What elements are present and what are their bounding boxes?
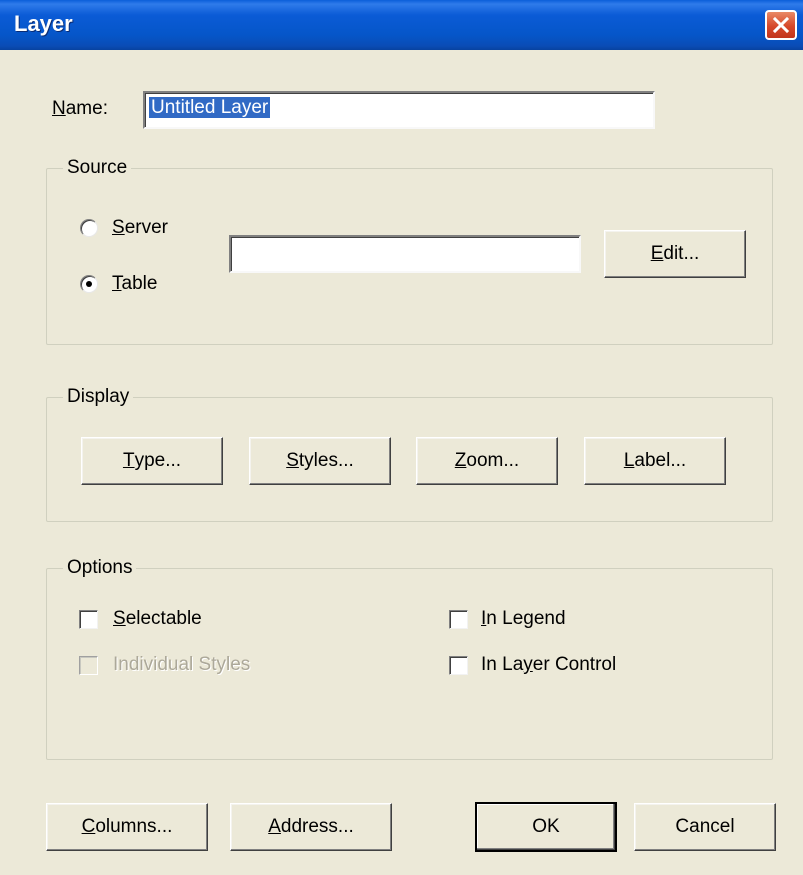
name-input[interactable]: Untitled Layer — [143, 91, 655, 129]
selectable-checkbox[interactable] — [79, 610, 98, 629]
individual-styles-label: Individual Styles — [113, 654, 251, 675]
styles-button[interactable]: Styles... — [249, 437, 391, 485]
label-button[interactable]: Label... — [584, 437, 726, 485]
close-icon — [772, 16, 790, 34]
title-bar[interactable]: Layer — [0, 0, 803, 50]
options-group-title: Options — [63, 556, 137, 580]
name-label: Name: — [52, 98, 108, 119]
in-legend-label[interactable]: In Legend — [481, 607, 566, 631]
columns-button[interactable]: Columns... — [46, 803, 208, 851]
individual-styles-checkbox — [79, 656, 98, 675]
radio-selected-dot — [86, 281, 92, 287]
name-input-value: Untitled Layer — [149, 97, 271, 118]
zoom-button[interactable]: Zoom... — [416, 437, 558, 485]
edit-button[interactable]: Edit... — [604, 230, 746, 278]
close-button[interactable] — [765, 10, 797, 40]
ok-button[interactable]: OK — [475, 802, 617, 852]
server-radio[interactable] — [80, 219, 98, 237]
in-legend-checkbox[interactable] — [449, 610, 468, 629]
in-layer-control-label[interactable]: In Layer Control — [481, 653, 616, 677]
source-input[interactable] — [229, 235, 581, 273]
display-group-title: Display — [63, 385, 134, 409]
window-title: Layer — [14, 11, 73, 36]
server-radio-label[interactable]: Server — [112, 216, 168, 240]
address-button[interactable]: Address... — [230, 803, 392, 851]
type-button[interactable]: Type... — [81, 437, 223, 485]
table-radio-label[interactable]: Table — [112, 272, 157, 296]
selectable-label[interactable]: Selectable — [113, 607, 202, 631]
source-group-title: Source — [63, 156, 132, 180]
in-layer-control-checkbox[interactable] — [449, 656, 468, 675]
cancel-button[interactable]: Cancel — [634, 803, 776, 851]
table-radio[interactable] — [80, 275, 98, 293]
